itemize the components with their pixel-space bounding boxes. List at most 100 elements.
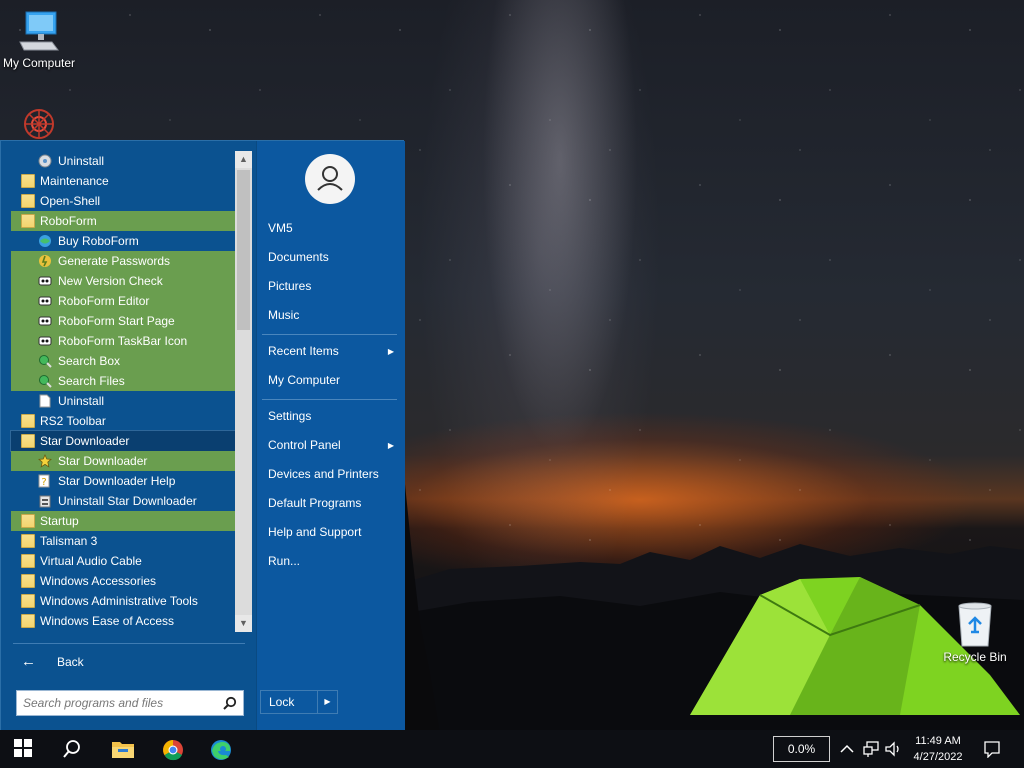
scroll-down-button[interactable]: ▼ (235, 615, 252, 632)
chevron-up-icon (840, 744, 854, 753)
places-item-label: Music (268, 308, 300, 322)
roboform-icon (38, 294, 52, 308)
clock-date: 4/27/2022 (913, 751, 963, 763)
clock[interactable]: 11:49 AM 4/27/2022 (905, 733, 971, 765)
places-item-label: Pictures (268, 279, 312, 293)
folder-icon (21, 214, 35, 228)
search-box[interactable] (16, 690, 244, 716)
folder-icon (21, 514, 35, 528)
program-list-scrollbar[interactable]: ▲ ▼ (235, 151, 252, 632)
program-item[interactable]: Star Downloader (11, 451, 235, 471)
search-input[interactable] (23, 694, 213, 712)
program-folder-item[interactable]: RS2 Toolbar (11, 411, 235, 431)
star-icon (38, 454, 52, 468)
program-item[interactable]: New Version Check (11, 271, 235, 291)
search-icon[interactable] (223, 696, 237, 710)
notification-icon (984, 741, 1000, 759)
action-center-button[interactable] (983, 740, 1001, 759)
start-button[interactable] (0, 730, 48, 768)
taskbar-edge[interactable] (196, 730, 244, 768)
folder-icon (21, 614, 35, 628)
places-item-documents[interactable]: Documents (260, 243, 400, 272)
program-item[interactable]: Search Box (11, 351, 235, 371)
places-item-label: Run... (268, 554, 301, 568)
desktop-icon-my-computer[interactable]: My Computer (0, 10, 84, 70)
program-item[interactable]: Uninstall (11, 151, 235, 171)
places-item-run[interactable]: Run... (260, 547, 400, 576)
desktop-icon-mandala[interactable] (0, 104, 84, 140)
svg-text:?: ? (41, 477, 46, 488)
globe-icon (38, 234, 52, 248)
program-folder-item[interactable]: Star Downloader (10, 430, 236, 452)
scroll-thumb[interactable] (237, 170, 250, 330)
program-folder-item[interactable]: Virtual Audio Cable (11, 551, 235, 571)
program-item-label: RS2 Toolbar (40, 414, 106, 428)
program-item-label: RoboForm (40, 214, 97, 228)
scroll-up-button[interactable]: ▲ (235, 151, 252, 168)
taskbar-file-explorer[interactable] (98, 730, 146, 768)
program-item-label: Windows Administrative Tools (40, 594, 198, 608)
folder-icon (21, 174, 35, 188)
shutdown-options-arrow[interactable]: ▶ (318, 690, 338, 714)
program-item[interactable]: RoboForm Editor (11, 291, 235, 311)
program-item[interactable]: Search Files (11, 371, 235, 391)
search-globe-icon (38, 354, 52, 368)
document-icon (38, 394, 52, 408)
places-item-default-programs[interactable]: Default Programs (260, 489, 400, 518)
submenu-arrow-icon: ▶ (387, 347, 394, 356)
program-folder-item[interactable]: Windows Accessories (11, 571, 235, 591)
program-folder-item[interactable]: Open-Shell (11, 191, 235, 211)
places-item-my-computer[interactable]: My Computer (260, 366, 400, 395)
taskbar-search-button[interactable] (48, 730, 96, 768)
back-button[interactable]: ← Back (13, 650, 245, 674)
chrome-icon (163, 740, 183, 761)
folder-icon (21, 574, 35, 588)
show-hidden-icons-button[interactable] (838, 740, 856, 758)
program-folder-item[interactable]: Maintenance (11, 171, 235, 191)
cpu-usage-indicator[interactable]: 0.0% (773, 736, 830, 762)
taskbar-chrome[interactable] (148, 730, 196, 768)
back-arrow-icon: ← (21, 653, 36, 670)
network-tray-button[interactable] (862, 740, 880, 758)
folder-icon (21, 194, 35, 208)
program-item[interactable]: ? Star Downloader Help (11, 471, 235, 491)
program-folder-item[interactable]: Windows Ease of Access (11, 611, 235, 631)
program-item[interactable]: Generate Passwords (11, 251, 235, 271)
search-icon (63, 740, 80, 758)
program-folder-item[interactable]: Windows Administrative Tools (11, 591, 235, 611)
taskbar: 0.0% 11:49 AM 4/27/2022 (0, 730, 1024, 768)
program-folder-item[interactable]: Startup (11, 511, 235, 531)
user-icon (317, 166, 343, 191)
places-item-label: Control Panel (268, 438, 341, 452)
places-item-help-and-support[interactable]: Help and Support (260, 518, 400, 547)
places-item-recent-items[interactable]: Recent Items ▶ (260, 337, 400, 366)
program-item-label: Generate Passwords (58, 254, 171, 268)
program-item-label: Uninstall Star Downloader (58, 494, 197, 508)
submenu-arrow-icon: ▶ (387, 441, 394, 450)
volume-tray-button[interactable] (884, 740, 902, 758)
places-item-vm5[interactable]: VM5 (260, 214, 400, 243)
program-item[interactable]: RoboForm TaskBar Icon (11, 331, 235, 351)
places-item-label: Devices and Printers (268, 467, 379, 481)
places-item-settings[interactable]: Settings (260, 402, 400, 431)
desktop-icon-recycle-bin[interactable]: Recycle Bin (930, 602, 1020, 664)
program-item-label: Uninstall (58, 154, 105, 168)
program-item[interactable]: RoboForm Start Page (11, 311, 235, 331)
places-item-pictures[interactable]: Pictures (260, 272, 400, 301)
program-item[interactable]: Uninstall (11, 391, 235, 411)
program-item[interactable]: Buy RoboForm (11, 231, 235, 251)
divider (262, 334, 397, 335)
places-item-control-panel[interactable]: Control Panel ▶ (260, 431, 400, 460)
start-menu-programs-pane: Uninstall Maintenance Open-Shell RoboForm Bu… (1, 141, 256, 731)
start-menu-places-pane: VM5 Documents Pictures Music Recent Items ▶ My… (256, 141, 405, 731)
user-avatar[interactable] (305, 154, 355, 204)
search-globe-icon (38, 374, 52, 388)
program-folder-item[interactable]: Talisman 3 (11, 531, 235, 551)
places-item-label: My Computer (268, 373, 341, 387)
program-folder-item[interactable]: RoboForm (11, 211, 235, 231)
program-item-label: Windows Accessories (40, 574, 157, 588)
places-item-music[interactable]: Music (260, 301, 400, 330)
lock-button[interactable]: Lock (260, 690, 318, 714)
places-item-devices-and-printers[interactable]: Devices and Printers (260, 460, 400, 489)
program-item[interactable]: Uninstall Star Downloader (11, 491, 235, 511)
